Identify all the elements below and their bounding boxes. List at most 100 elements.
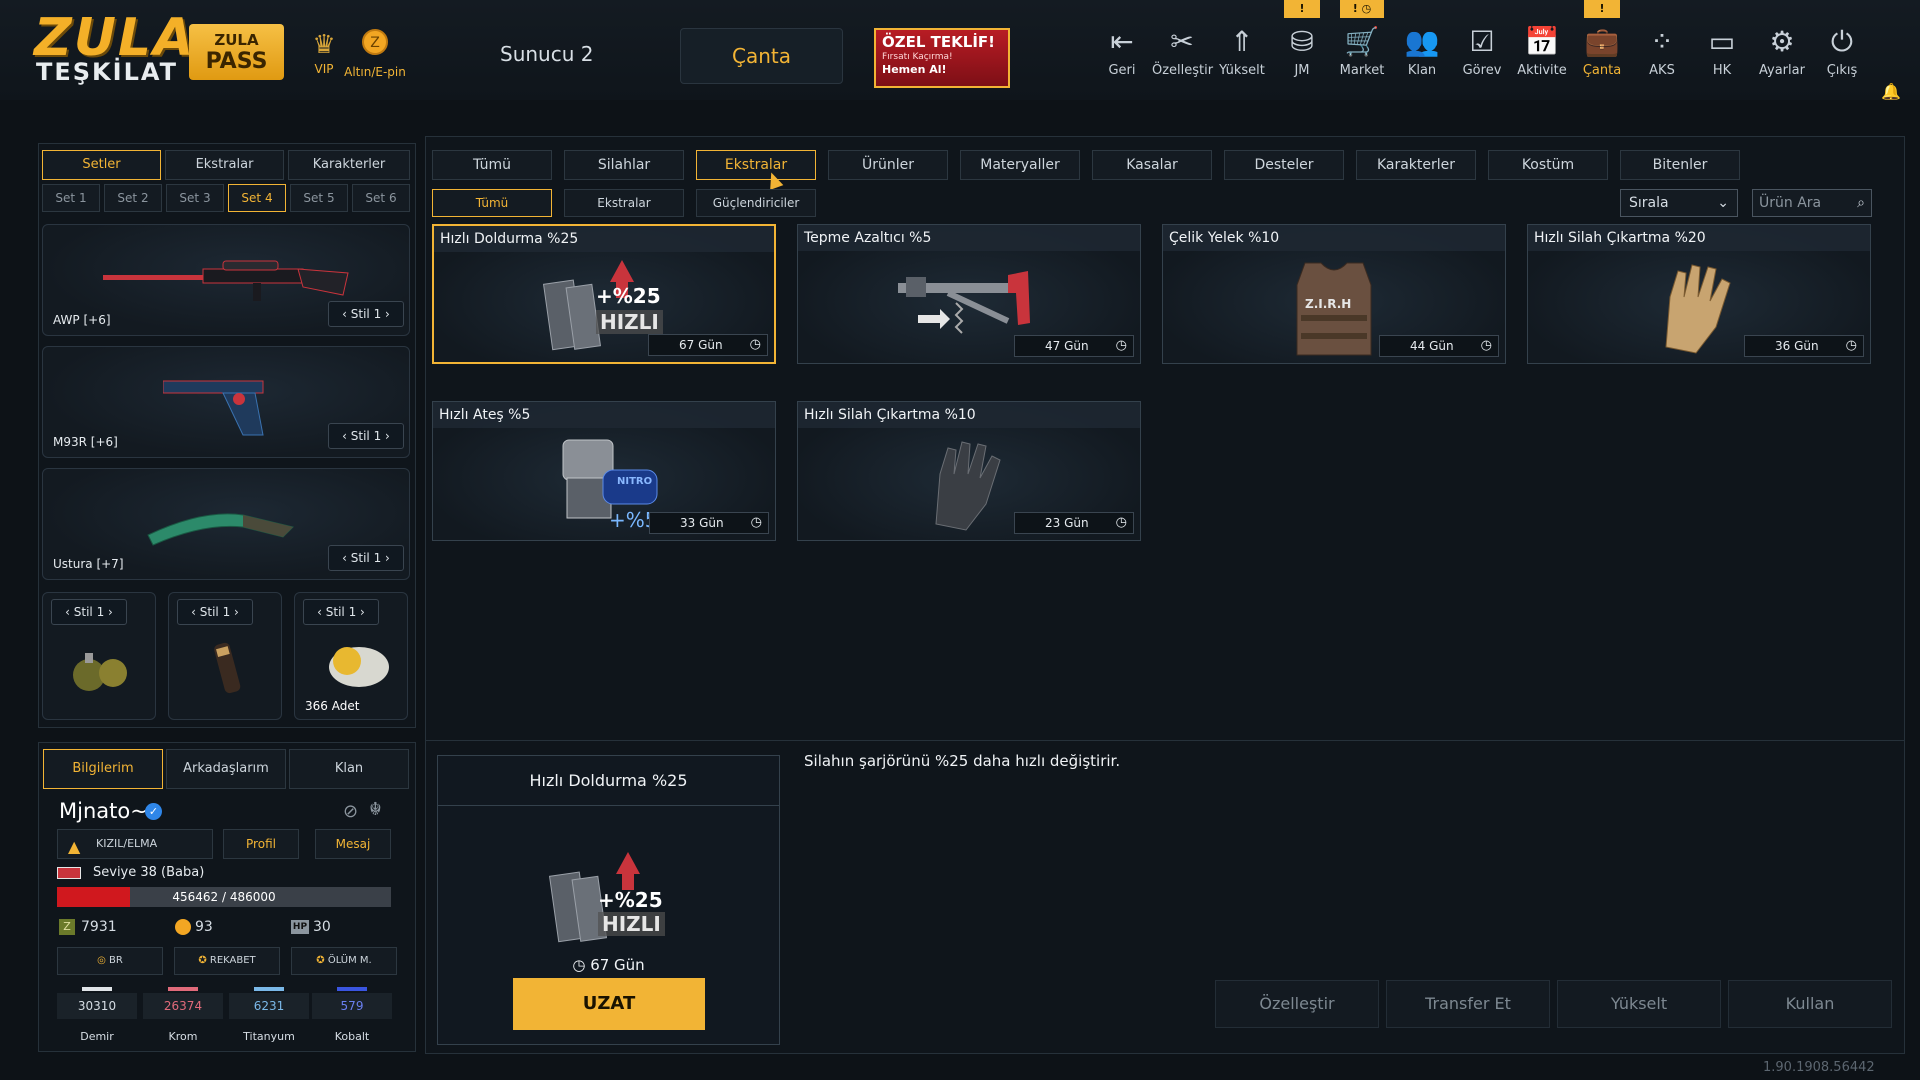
use-button[interactable]: Kullan [1728,980,1892,1028]
cat-bitenler[interactable]: Bitenler [1620,150,1740,180]
tab-bilgilerim[interactable]: Bilgilerim [43,749,163,789]
weapon-slot-secondary[interactable]: M93R [+6] ‹ Stil 1 › [42,346,410,458]
item-badge-top: NITRO [617,476,653,487]
vip-button[interactable]: ♛ VIP [304,28,344,76]
nav-klan[interactable]: 👥 Klan [1392,24,1452,88]
bag-header-button[interactable]: Çanta [680,28,843,84]
item-card[interactable]: Hızlı Silah Çıkartma %10 23 Gün ◷ [797,401,1141,541]
nav-ozellestir[interactable]: ✂ Özelleştir [1152,24,1213,88]
item-duration: 36 Gün ◷ [1744,335,1864,357]
cat-desteler[interactable]: Desteler [1224,150,1344,180]
nav-gorev[interactable]: ☑ Görev [1452,24,1512,88]
grenade-slot-1[interactable]: ‹ Stil 1 › [42,592,156,720]
transfer-button[interactable]: Transfer Et [1386,980,1550,1028]
xp-text: 456462 / 486000 [172,890,276,904]
tab-setler[interactable]: Setler [42,150,161,180]
tab-arkadaslarim[interactable]: Arkadaşlarım [166,749,286,789]
cat-silahlar[interactable]: Silahlar [564,150,684,180]
mode-br-button[interactable]: ◎ BR [57,947,163,975]
resource-color-bar [82,987,112,991]
set-4[interactable]: Set 4 [228,184,286,212]
nav-aktivite[interactable]: 📅 Aktivite [1512,24,1572,88]
cat-kasalar[interactable]: Kasalar [1092,150,1212,180]
tab-karakterler[interactable]: Karakterler [288,150,410,180]
nav-yukselt[interactable]: ⇑ Yükselt [1212,24,1272,88]
subcat-tumu[interactable]: Tümü [432,189,552,217]
search-input[interactable]: Ürün Ara ⌕ [1752,189,1872,217]
cat-tumu[interactable]: Tümü [432,150,552,180]
item-card[interactable]: +%25 HIZLI Hızlı Doldurma %25 67 Gün ◷ [432,224,776,364]
tab-klan[interactable]: Klan [289,749,409,789]
nav-label: HK [1712,63,1732,78]
bell-icon[interactable]: 🔔 [1881,82,1901,101]
nav-canta[interactable]: ! 💼 Çanta [1572,0,1632,88]
tab-ekstralar[interactable]: Ekstralar [165,150,284,180]
set-3[interactable]: Set 3 [166,184,224,212]
mode-rekabet-button[interactable]: ✪ REKABET [174,947,280,975]
nav-jm[interactable]: ! ⛁ JM [1272,0,1332,88]
nav-label: JM [1294,63,1310,78]
weapon-slot-primary[interactable]: AWP [+6] ‹ Stil 1 › [42,224,410,336]
style-selector[interactable]: ‹ Stil 1 › [51,599,127,625]
nav-market[interactable]: ! ◷ 🛒 Market [1332,0,1392,88]
nav-ayarlar[interactable]: ⚙ Ayarlar [1752,24,1812,88]
set-5[interactable]: Set 5 [290,184,348,212]
customize-button[interactable]: Özelleştir [1215,980,1379,1028]
clan-tag[interactable]: ▲ KIZIL/ELMA [57,829,213,859]
weapon-name: M93R [+6] [53,435,118,449]
extend-button[interactable]: UZAT [513,978,705,1030]
mode-olum-button[interactable]: ✪ ÖLÜM M. [291,947,397,975]
cat-urunler[interactable]: Ürünler [828,150,948,180]
set-2[interactable]: Set 2 [104,184,162,212]
profile-button[interactable]: Profil [223,829,299,859]
level-badge-icon [57,867,81,879]
canta-badge: ! [1584,0,1620,18]
cat-ekstralar[interactable]: Ekstralar [696,150,816,180]
subcat-ekstralar[interactable]: Ekstralar [564,189,684,217]
nav-cikis[interactable]: ⏻ Çıkış [1812,24,1872,88]
clan-emblem-icon: ▲ [68,837,81,856]
style-selector[interactable]: ‹ Stil 1 › [328,301,404,327]
subcat-guclendiriciler[interactable]: Güçlendiriciler [696,189,816,217]
weapon-name: Ustura [+7] [53,557,124,571]
sort-dropdown[interactable]: Sırala ⌄ [1620,189,1738,217]
weapon-slot-melee[interactable]: Ustura [+7] ‹ Stil 1 › [42,468,410,580]
style-selector[interactable]: ‹ Stil 1 › [303,599,379,625]
block-icon[interactable]: ⊘ [343,801,358,822]
item-card[interactable]: Tepme Azaltıcı %5 47 Gün ◷ [797,224,1141,364]
cat-materyaller[interactable]: Materyaller [960,150,1080,180]
cat-kostum[interactable]: Kostüm [1488,150,1608,180]
wallet-icon: ▭ [1708,25,1736,58]
nav-label: Klan [1407,63,1437,78]
style-selector[interactable]: ‹ Stil 1 › [328,423,404,449]
style-selector[interactable]: ‹ Stil 1 › [177,599,253,625]
svg-text:Z: Z [370,35,380,51]
item-card[interactable]: Hızlı Silah Çıkartma %20 36 Gün ◷ [1527,224,1871,364]
resource-label: Kobalt [334,1030,370,1043]
special-offer-banner[interactable]: ÖZEL TEKLİF! Fırsatı Kaçırma! Hemen Al! [874,28,1010,88]
detail-badge-top: +%25 [598,888,663,912]
duration-text: 23 Gün [1045,516,1089,530]
nav-aks[interactable]: ⁘ AKS [1632,24,1692,88]
zula-pass-button[interactable]: ZULA PASS [189,24,284,80]
set-6[interactable]: Set 6 [352,184,410,212]
item-badge-top: +%25 [596,284,661,308]
grenade-slot-2[interactable]: ‹ Stil 1 › [168,592,282,720]
grenade-slot-3[interactable]: ‹ Stil 1 › 366 Adet [294,592,408,720]
item-title: Hızlı Silah Çıkartma %20 [1528,225,1870,251]
set-1[interactable]: Set 1 [42,184,100,212]
item-title: Tepme Azaltıcı %5 [798,225,1140,251]
zp-icon: Z [59,919,75,935]
item-card[interactable]: NITRO +%5 Hızlı Ateş %5 33 Gün ◷ [432,401,776,541]
cat-karakterler[interactable]: Karakterler [1356,150,1476,180]
message-button[interactable]: Mesaj [315,829,391,859]
nav-hk[interactable]: ▭ HK [1692,24,1752,88]
gold-button[interactable]: Z Altın/E-pin [340,28,410,79]
clan-icon: 👥 [1404,25,1440,58]
style-selector[interactable]: ‹ Stil 1 › [328,545,404,571]
pass-line2: PASS [205,49,268,74]
nav-geri[interactable]: ⇤ Geri [1092,24,1152,88]
item-card[interactable]: Z.I.R.H Çelik Yelek %10 44 Gün ◷ [1162,224,1506,364]
upgrade-button[interactable]: Yükselt [1557,980,1721,1028]
skull-badge-icon: ✪ [316,955,325,966]
